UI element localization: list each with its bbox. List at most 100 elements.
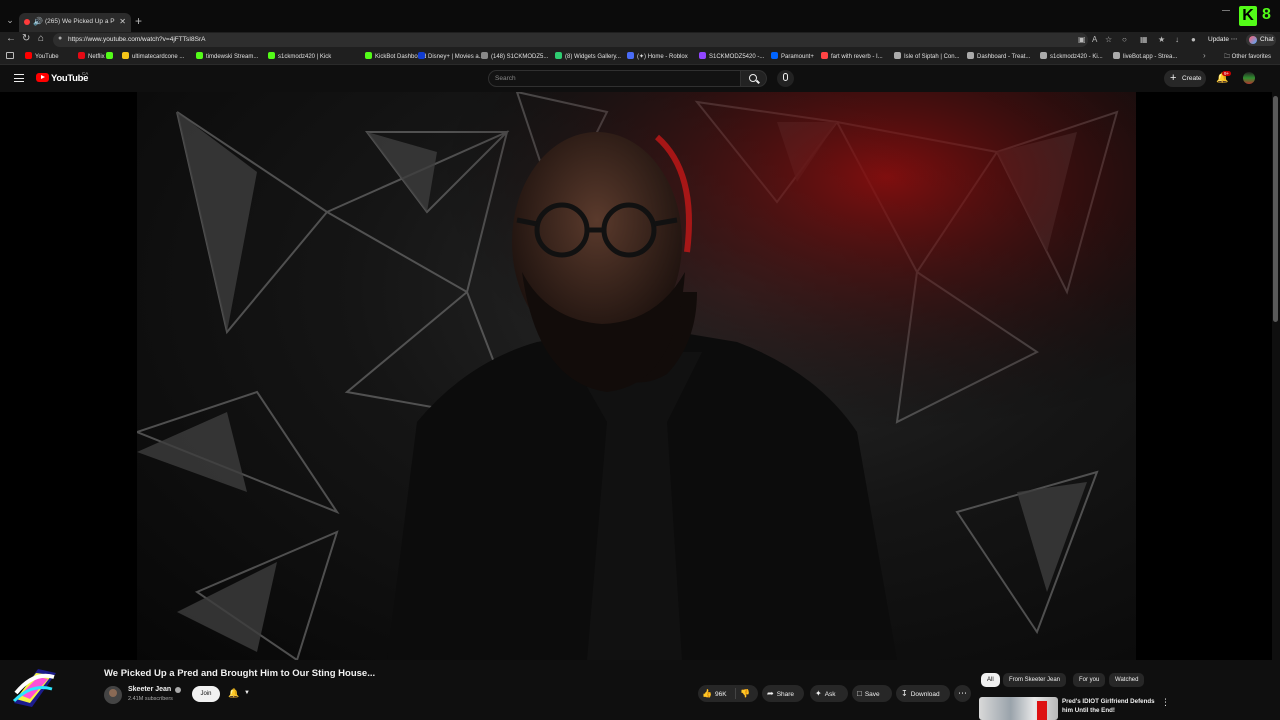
- recommended-video-title[interactable]: Pred's IDIOT Girlfriend Defends him Unti…: [1062, 697, 1162, 715]
- recommended-more-icon[interactable]: ⋮: [1161, 697, 1170, 708]
- recommended-video-thumbnail[interactable]: [979, 697, 1058, 720]
- video-title: We Picked Up a Pred and Brought Him to O…: [104, 668, 376, 679]
- dislike-icon[interactable]: 👎: [740, 685, 750, 702]
- bookmark-label: Disney+ | Movies a...: [428, 54, 484, 60]
- youtube-logo-icon[interactable]: [36, 73, 49, 82]
- bookmark-item[interactable]: liveBot.app - Strea...: [1113, 52, 1177, 60]
- share-label: Share: [776, 691, 795, 698]
- bookmark-favicon-icon: [481, 52, 488, 59]
- verified-badge-icon: [175, 687, 181, 693]
- bookmark-item[interactable]: timdewski Stream...: [196, 52, 258, 60]
- youtube-masthead: YouTube CA Search + Create 🔔 9+: [0, 66, 1280, 92]
- url-text: https://www.youtube.com/watch?v=4jFTTsI8…: [68, 36, 206, 43]
- filter-chip[interactable]: From Skeeter Jean: [1003, 673, 1067, 687]
- subscription-chevron-icon[interactable]: ▼: [244, 690, 250, 696]
- bookmark-label: Dashboard - Treat...: [977, 54, 1031, 60]
- back-icon[interactable]: ←: [6, 33, 16, 44]
- bookmark-favicon-icon: [196, 52, 203, 59]
- address-bar[interactable]: ● https://www.youtube.com/watch?v=4jFTTs…: [53, 33, 1088, 47]
- microphone-icon: [783, 73, 788, 81]
- favorites-icon[interactable]: ★: [1158, 35, 1165, 44]
- youtube-favicon-icon: [24, 19, 30, 25]
- create-label: Create: [1182, 75, 1202, 82]
- update-button[interactable]: Update ⋯: [1208, 35, 1237, 43]
- video-player[interactable]: [0, 92, 1272, 660]
- save-button[interactable]: □ Save: [852, 685, 892, 702]
- profile-icon[interactable]: ●: [1191, 35, 1196, 44]
- window-minimize-icon[interactable]: [1222, 10, 1230, 11]
- bookmark-item[interactable]: ultimatecardcone ...: [122, 52, 184, 60]
- video-frame[interactable]: [137, 92, 1136, 660]
- bookmark-item[interactable]: (✦) Home - Roblox: [627, 52, 688, 60]
- read-aloud-icon[interactable]: A: [1092, 35, 1097, 44]
- channel-avatar[interactable]: [104, 686, 122, 704]
- bookmark-item[interactable]: Netflix: [78, 52, 105, 60]
- notification-badge: 9+: [1222, 71, 1232, 76]
- other-favorites-folder[interactable]: 🗀 Other favorites: [1224, 52, 1271, 62]
- like-icon[interactable]: 👍: [702, 689, 712, 698]
- search-input[interactable]: Search: [488, 70, 741, 87]
- voice-search-button[interactable]: [777, 70, 794, 87]
- bookmark-label: (8) Widgets Gallery...: [565, 54, 621, 60]
- bookmark-item[interactable]: [106, 52, 116, 60]
- search-placeholder: Search: [495, 75, 516, 82]
- app-available-icon[interactable]: ▣: [1078, 35, 1086, 44]
- other-favorites-label: Other favorites: [1231, 54, 1272, 60]
- filter-chip[interactable]: All: [981, 673, 1000, 687]
- bookmark-favicon-icon: [821, 52, 828, 59]
- search-button[interactable]: [741, 70, 767, 87]
- bookmark-item[interactable]: (148) S1CKMODZ5...: [481, 52, 548, 60]
- bookmark-item[interactable]: Disney+ | Movies a...: [418, 52, 484, 60]
- new-tab-icon[interactable]: +: [135, 14, 142, 28]
- kick-extension-logo[interactable]: K: [1239, 6, 1257, 26]
- site-info-icon[interactable]: ●: [58, 35, 62, 42]
- extension-icon[interactable]: ○: [1122, 35, 1127, 44]
- scrollbar-thumb[interactable]: [1273, 96, 1278, 322]
- bookmark-item[interactable]: S1CKMODZ5420 -...: [699, 52, 764, 60]
- join-button[interactable]: Join: [192, 686, 220, 702]
- downloads-icon[interactable]: ↓: [1175, 35, 1179, 44]
- download-icon: ↧: [901, 689, 908, 698]
- bookmark-item[interactable]: YouTube: [25, 52, 59, 60]
- favorite-star-icon[interactable]: ☆: [1105, 35, 1112, 44]
- download-button[interactable]: ↧ Download: [896, 685, 950, 702]
- filter-chip[interactable]: Watched: [1109, 673, 1145, 687]
- more-actions-button[interactable]: ⋯: [954, 685, 971, 702]
- account-avatar[interactable]: [1243, 72, 1255, 84]
- copilot-chat-button[interactable]: Chat: [1246, 34, 1276, 46]
- apps-icon[interactable]: [6, 52, 14, 59]
- tab-search-chevron-icon[interactable]: ⌄: [4, 14, 16, 26]
- filter-chip[interactable]: For you: [1073, 673, 1106, 687]
- copilot-icon: [1249, 36, 1257, 44]
- bookmark-item[interactable]: Paramount+: [771, 52, 814, 60]
- bookmark-favicon-icon: [967, 52, 974, 59]
- share-button[interactable]: ➦ Share: [762, 685, 804, 702]
- bookmark-item[interactable]: (8) Widgets Gallery...: [555, 52, 621, 60]
- share-icon: ➦: [767, 689, 774, 698]
- bookmark-item[interactable]: Dashboard - Treat...: [967, 52, 1030, 60]
- bookmark-item[interactable]: fart with reverb - I...: [821, 52, 883, 60]
- like-count[interactable]: 96K: [715, 691, 727, 698]
- bookmark-item[interactable]: s1ckmodz420 | Kick: [268, 52, 331, 60]
- subscription-bell-icon[interactable]: 🔔: [228, 688, 239, 699]
- channel-name[interactable]: Skeeter Jean: [128, 686, 171, 693]
- reload-icon[interactable]: ↻: [22, 33, 30, 44]
- extensions-puzzle-icon[interactable]: ▦: [1140, 35, 1148, 44]
- bookmarks-overflow-icon[interactable]: ›: [1203, 51, 1206, 60]
- tab-title: (265) We Picked Up a Pred a...: [45, 18, 115, 25]
- audio-playing-icon[interactable]: 🔊: [33, 17, 43, 26]
- bookmark-item[interactable]: Isle of Siptah | Con...: [894, 52, 960, 60]
- guide-menu-icon[interactable]: [14, 74, 24, 82]
- bookmark-favicon-icon: [106, 52, 113, 59]
- browser-toolbar: ← ↻ ⌂ ● https://www.youtube.com/watch?v=…: [0, 32, 1280, 48]
- home-icon[interactable]: ⌂: [38, 33, 44, 44]
- download-label: Download: [910, 691, 940, 698]
- browser-tab-strip: ⌄ 🔊 (265) We Picked Up a Pred a... ✕ + K…: [0, 0, 1280, 32]
- bookmark-label: Paramount+: [781, 54, 814, 60]
- like-dislike-group: 👍 96K 👎: [698, 685, 758, 702]
- tab-close-icon[interactable]: ✕: [119, 17, 126, 26]
- browser-tab-active[interactable]: 🔊 (265) We Picked Up a Pred a... ✕: [19, 13, 131, 32]
- bookmark-item[interactable]: s1ckmodz420 - Ki...: [1040, 52, 1103, 60]
- ask-button[interactable]: ✦ Ask: [810, 685, 848, 702]
- create-button[interactable]: + Create: [1164, 70, 1206, 87]
